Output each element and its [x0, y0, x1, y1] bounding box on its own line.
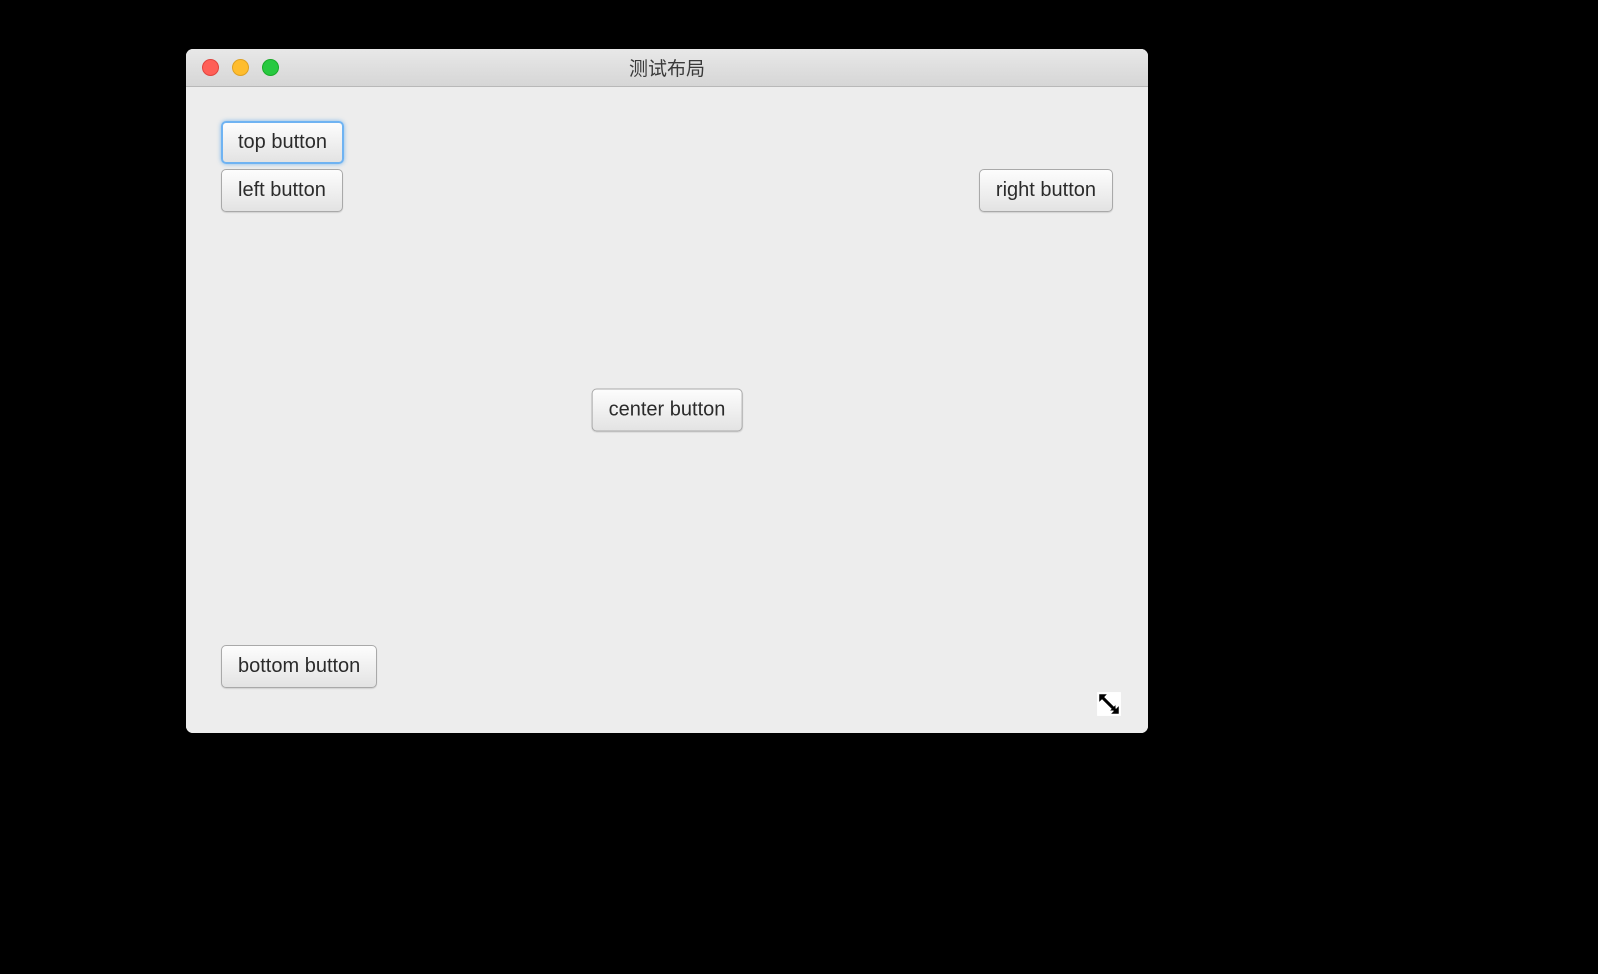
window-title: 测试布局 [186, 54, 1148, 81]
content-area: top button left button right button cent… [186, 87, 1148, 733]
right-button[interactable]: right button [979, 169, 1113, 212]
top-button[interactable]: top button [221, 121, 344, 164]
traffic-lights [202, 59, 279, 76]
left-button[interactable]: left button [221, 169, 343, 212]
resize-cursor-icon [1096, 691, 1122, 717]
minimize-icon[interactable] [232, 59, 249, 76]
center-button[interactable]: center button [592, 389, 743, 432]
window: 测试布局 top button left button right button… [186, 49, 1148, 733]
bottom-button[interactable]: bottom button [221, 645, 377, 688]
close-icon[interactable] [202, 59, 219, 76]
maximize-icon[interactable] [262, 59, 279, 76]
titlebar: 测试布局 [186, 49, 1148, 87]
